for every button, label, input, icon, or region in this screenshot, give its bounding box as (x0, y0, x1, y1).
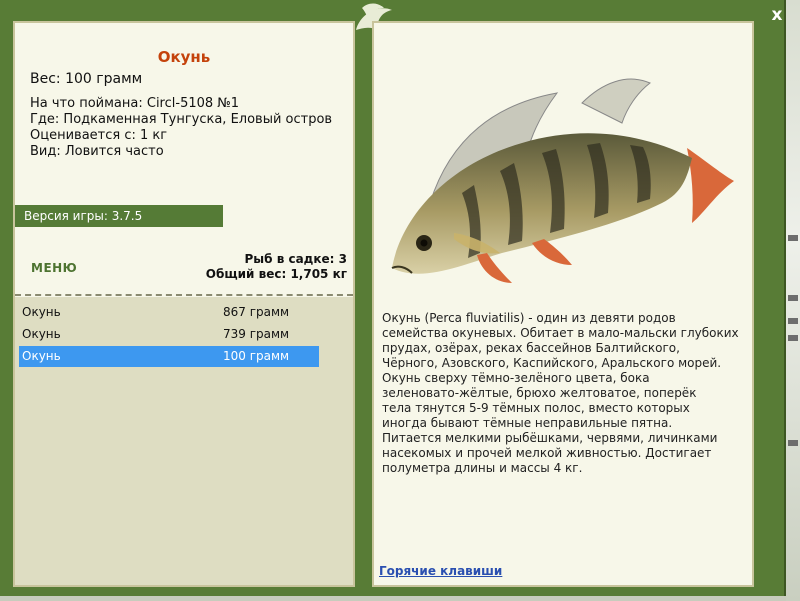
fish-kind: Вид: Ловится часто (30, 144, 164, 159)
catch-item-name: Окунь (22, 305, 61, 319)
keepnet-count: Рыб в садке: 3 (244, 252, 348, 266)
caught-with: На что поймана: Circl-5108 №1 (30, 96, 240, 111)
catch-list-item[interactable]: Окунь 867 грамм (19, 302, 319, 323)
catch-list-item[interactable]: Окунь 739 грамм (19, 324, 319, 345)
background-game-strip (786, 0, 800, 601)
description-line: насекомых и прочей мелкой живностью. Дос… (382, 446, 712, 460)
fish-title: Окунь (157, 48, 211, 66)
background-mark (788, 335, 798, 341)
catch-item-weight: 867 грамм (223, 305, 290, 319)
keepnet-total-weight: Общий вес: 1,705 кг (205, 267, 347, 281)
description-line: прудах, озёрах, реках бассейнов Балтийск… (382, 341, 680, 355)
game-version: Версия игры: 3.7.5 (15, 205, 223, 227)
background-mark (788, 440, 798, 446)
background-mark (788, 318, 798, 324)
background-mark (788, 235, 798, 241)
description-line: Питается мелкими рыбёшками, червями, лич… (382, 431, 718, 445)
keepnet-summary: Рыб в садке: 3 Общий вес: 1,705 кг (206, 252, 347, 282)
rated-from: Оценивается с: 1 кг (30, 128, 168, 143)
fish-weight: Вес: 100 грамм (30, 71, 143, 87)
divider (15, 294, 353, 296)
fish-description-panel: Окунь (Perca fluviatilis) - один из девя… (372, 21, 754, 587)
catch-item-name: Окунь (22, 349, 61, 363)
description-line: Окунь (Perca fluviatilis) - один из девя… (382, 311, 676, 325)
background-bottom-strip (0, 596, 786, 601)
catch-item-name: Окунь (22, 327, 61, 341)
catch-list: Окунь 867 грамм Окунь 739 грамм Окунь 10… (15, 297, 353, 585)
description-line: семейства окуневых. Обитает в мало-мальс… (382, 326, 739, 340)
catch-info-panel: Окунь Вес: 100 грамм На что поймана: Cir… (13, 21, 355, 587)
catch-item-weight: 739 грамм (223, 327, 290, 341)
catch-list-item-selected[interactable]: Окунь 100 грамм (19, 346, 319, 367)
description-line: тела тянутся 5-9 тёмных полос, вместо ко… (382, 401, 690, 415)
description-line: полуметра длины и массы 4 кг. (382, 461, 583, 475)
hotkeys-link[interactable]: Горячие клавиши (379, 564, 502, 578)
menu-button[interactable]: МЕНЮ (31, 261, 77, 275)
description-line: иногда бывают тёмные неправильные пятна. (382, 416, 673, 430)
description-line: Окунь сверху тёмно-зелёного цвета, бока (382, 371, 650, 385)
description-line: зеленовато-жёлтые, брюхо желтоватое, поп… (382, 386, 697, 400)
perch-fish-image (391, 78, 734, 283)
catch-location: Где: Подкаменная Тунгуска, Еловый остров (30, 112, 333, 127)
catch-item-weight: 100 грамм (223, 349, 290, 363)
fish-description: Окунь (Perca fluviatilis) - один из девя… (382, 311, 752, 476)
background-mark (788, 295, 798, 301)
close-button[interactable]: x (768, 6, 786, 24)
description-line: Чёрного, Азовского, Каспийского, Аральск… (382, 356, 722, 370)
